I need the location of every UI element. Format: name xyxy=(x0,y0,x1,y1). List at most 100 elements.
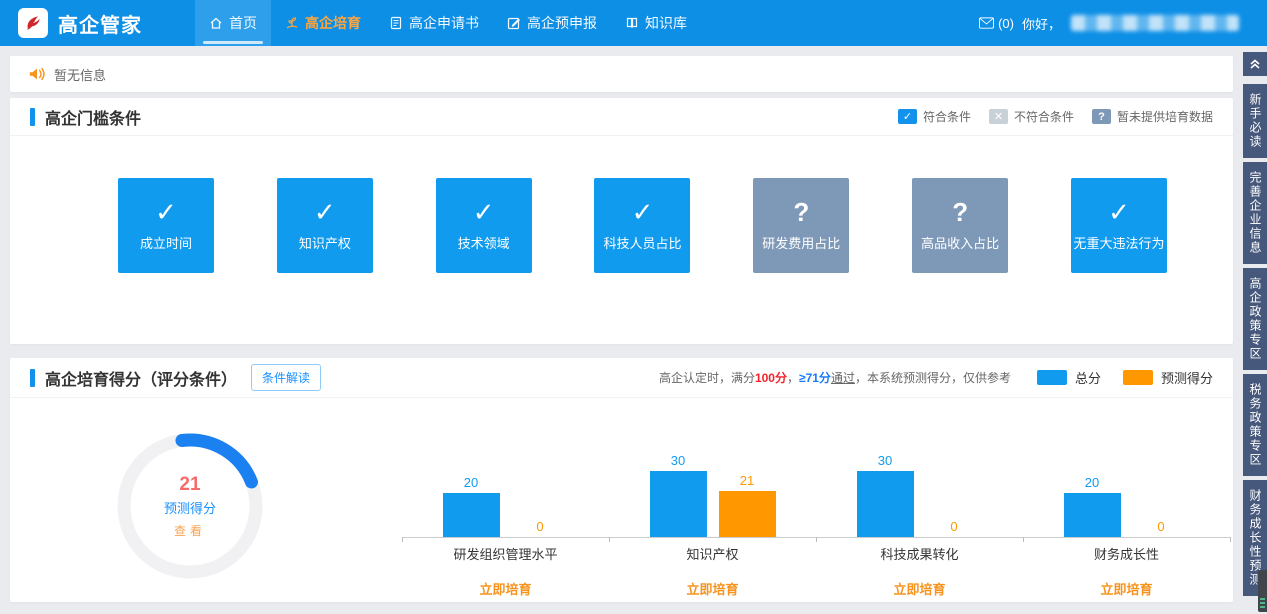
nav-item-label: 首页 xyxy=(229,13,257,33)
notice-text: 暂无信息 xyxy=(54,65,106,84)
check-icon: ✓ xyxy=(314,199,336,225)
axis-tick xyxy=(1023,537,1024,542)
bar-总分[interactable] xyxy=(650,471,707,537)
sidebar-tab-新手必读[interactable]: 新手必读 xyxy=(1243,84,1267,158)
bar-slot-总分: 30 xyxy=(650,453,707,537)
score-panel: 高企培育得分（评分条件） 条件解读 高企认定时，满分100分，≥71分通过，本系… xyxy=(10,358,1233,602)
interpret-conditions-button[interactable]: 条件解读 xyxy=(251,364,321,391)
sidebar-collapse-button[interactable] xyxy=(1243,52,1267,76)
bar-slot-预测得分: 0 xyxy=(512,519,569,537)
bar-group-科技成果转化: 30 0 xyxy=(816,453,1023,537)
application-icon xyxy=(389,16,403,30)
cultivate-now-link[interactable]: 立即培育 xyxy=(402,579,609,598)
condition-tile-技术领域[interactable]: ✓技术领域 xyxy=(436,178,532,273)
sidebar-tab-完善企业信息[interactable]: 完善企业信息 xyxy=(1243,162,1267,264)
score-donut: 21 预测得分 查看 xyxy=(110,426,270,586)
bar-value-label: 0 xyxy=(536,519,543,534)
bar-总分[interactable] xyxy=(857,471,914,537)
notice-bar: 暂无信息 xyxy=(10,56,1233,92)
nav-item-知识库[interactable]: 知识库 xyxy=(611,0,701,46)
condition-tile-label: 研发费用占比 xyxy=(762,233,840,252)
axis-tick xyxy=(609,537,610,542)
category-label: 研发组织管理水平 xyxy=(402,544,609,563)
threshold-header: 高企门槛条件 ✓符合条件✕不符合条件?暂未提供培育数据 xyxy=(10,98,1233,136)
bar-value-label: 0 xyxy=(950,519,957,534)
bar-value-label: 30 xyxy=(878,453,892,468)
legend-label: 暂未提供培育数据 xyxy=(1117,108,1213,125)
bar-group-研发组织管理水平: 20 0 xyxy=(402,475,609,537)
condition-tile-知识产权[interactable]: ✓ 知识产权 xyxy=(277,178,373,273)
chart-legend-总分: 总分 xyxy=(1037,368,1101,387)
fail-swatch-icon: ✕ xyxy=(989,109,1008,124)
bar-groups: 20 0 30 21 30 0 20 0 xyxy=(402,398,1230,537)
brand: 高企管家 xyxy=(0,0,195,46)
cultivate-now-link[interactable]: 立即培育 xyxy=(1023,579,1230,598)
condition-tile-label: 无重大违法行为 xyxy=(1073,233,1164,252)
score-bar-chart: 20 0 30 21 30 0 20 0 研发组织管理水平知识产权科技成果转化财务成长性 立即… xyxy=(402,398,1230,598)
threshold-tiles: ✓成立时间✓知识产权✓技术领域✓科技人员占比?研发费用占比?高品收入占比✓无重大… xyxy=(10,178,1233,273)
chart-legend-预测得分: 预测得分 xyxy=(1123,368,1213,387)
category-label: 知识产权 xyxy=(609,544,816,563)
announcement-icon xyxy=(28,66,46,82)
mail-button[interactable]: (0) xyxy=(979,16,1014,31)
home-icon xyxy=(209,16,223,30)
nav-item-label: 高企预申报 xyxy=(527,13,597,33)
bar-slot-总分: 30 xyxy=(857,453,914,537)
bar-slot-预测得分: 0 xyxy=(926,519,983,537)
category-label: 财务成长性 xyxy=(1023,544,1230,563)
bar-group-财务成长性: 20 0 xyxy=(1023,475,1230,537)
score-note: 高企认定时，满分100分，≥71分通过，本系统预测得分，仅供参考 xyxy=(659,369,1011,386)
bar-slot-预测得分: 0 xyxy=(1133,519,1190,537)
legend-label: 不符合条件 xyxy=(1014,108,1074,125)
threshold-title: 高企门槛条件 xyxy=(45,105,141,129)
threshold-panel: 高企门槛条件 ✓符合条件✕不符合条件?暂未提供培育数据 ✓成立时间✓知识产权✓技… xyxy=(10,98,1233,344)
topbar-right: (0) 你好， xyxy=(979,0,1267,46)
check-icon: ✓ xyxy=(632,199,654,225)
axis-tick xyxy=(816,537,817,542)
bar-总分[interactable] xyxy=(443,493,500,537)
mail-icon xyxy=(979,17,994,29)
cultivate-now-link[interactable]: 立即培育 xyxy=(816,579,1023,598)
view-score-link[interactable]: 查看 xyxy=(174,522,206,539)
nav-item-label: 知识库 xyxy=(645,13,687,33)
cultivate-now-link[interactable]: 立即培育 xyxy=(609,579,816,598)
right-sidebar: 新手必读完善企业信息高企政策专区税务政策专区财务成长性预测 xyxy=(1243,52,1267,600)
nav-item-高企预申报[interactable]: 高企预申报 xyxy=(493,0,611,46)
bar-group-知识产权: 30 21 xyxy=(609,453,816,537)
condition-tile-研发费用占比[interactable]: ?研发费用占比 xyxy=(753,178,849,273)
check-icon: ✓ xyxy=(473,199,495,225)
condition-tile-label: 成立时间 xyxy=(140,233,192,252)
condition-tile-高品收入占比[interactable]: ?高品收入占比 xyxy=(912,178,1008,273)
condition-tile-label: 知识产权 xyxy=(299,233,351,252)
nav-item-首页[interactable]: 首页 xyxy=(195,0,271,46)
legend-swatch xyxy=(1037,370,1067,385)
legend-label: 符合条件 xyxy=(923,108,971,125)
sidebar-tab-税务政策专区[interactable]: 税务政策专区 xyxy=(1243,374,1267,476)
note-pass-word: 通过 xyxy=(831,369,855,386)
predeclare-icon xyxy=(507,16,521,30)
bar-预测得分[interactable] xyxy=(719,491,776,537)
bar-总分[interactable] xyxy=(1064,493,1121,537)
category-labels: 研发组织管理水平知识产权科技成果转化财务成长性 xyxy=(402,544,1230,563)
condition-tile-无重大违法行为[interactable]: ✓无重大违法行为 xyxy=(1071,178,1167,273)
docked-widget[interactable] xyxy=(1258,570,1267,612)
predicted-score-label: 预测得分 xyxy=(164,498,216,517)
condition-tile-成立时间[interactable]: ✓成立时间 xyxy=(118,178,214,273)
chart-legend: 总分 预测得分 xyxy=(1037,368,1213,387)
cultivate-icon xyxy=(285,16,299,30)
sidebar-tab-高企政策专区[interactable]: 高企政策专区 xyxy=(1243,268,1267,370)
username-redacted[interactable] xyxy=(1071,15,1239,31)
bar-value-label: 20 xyxy=(464,475,478,490)
question-icon: ? xyxy=(952,199,968,225)
nav-item-高企申请书[interactable]: 高企申请书 xyxy=(375,0,493,46)
x-axis xyxy=(402,537,1230,538)
note-part: ，本系统预测得分，仅供参考 xyxy=(855,369,1011,386)
note-part: ， xyxy=(787,369,799,386)
nav-item-高企培育[interactable]: 高企培育 xyxy=(271,0,375,46)
condition-tile-科技人员占比[interactable]: ✓科技人员占比 xyxy=(594,178,690,273)
bar-slot-总分: 20 xyxy=(1064,475,1121,537)
double-chevron-up-icon xyxy=(1248,57,1262,71)
bar-value-label: 21 xyxy=(740,473,754,488)
top-navigation-bar: 高企管家 首页高企培育高企申请书 高企预申报 知识库 (0) 你好， xyxy=(0,0,1267,46)
donut-center: 21 预测得分 查看 xyxy=(110,426,270,586)
